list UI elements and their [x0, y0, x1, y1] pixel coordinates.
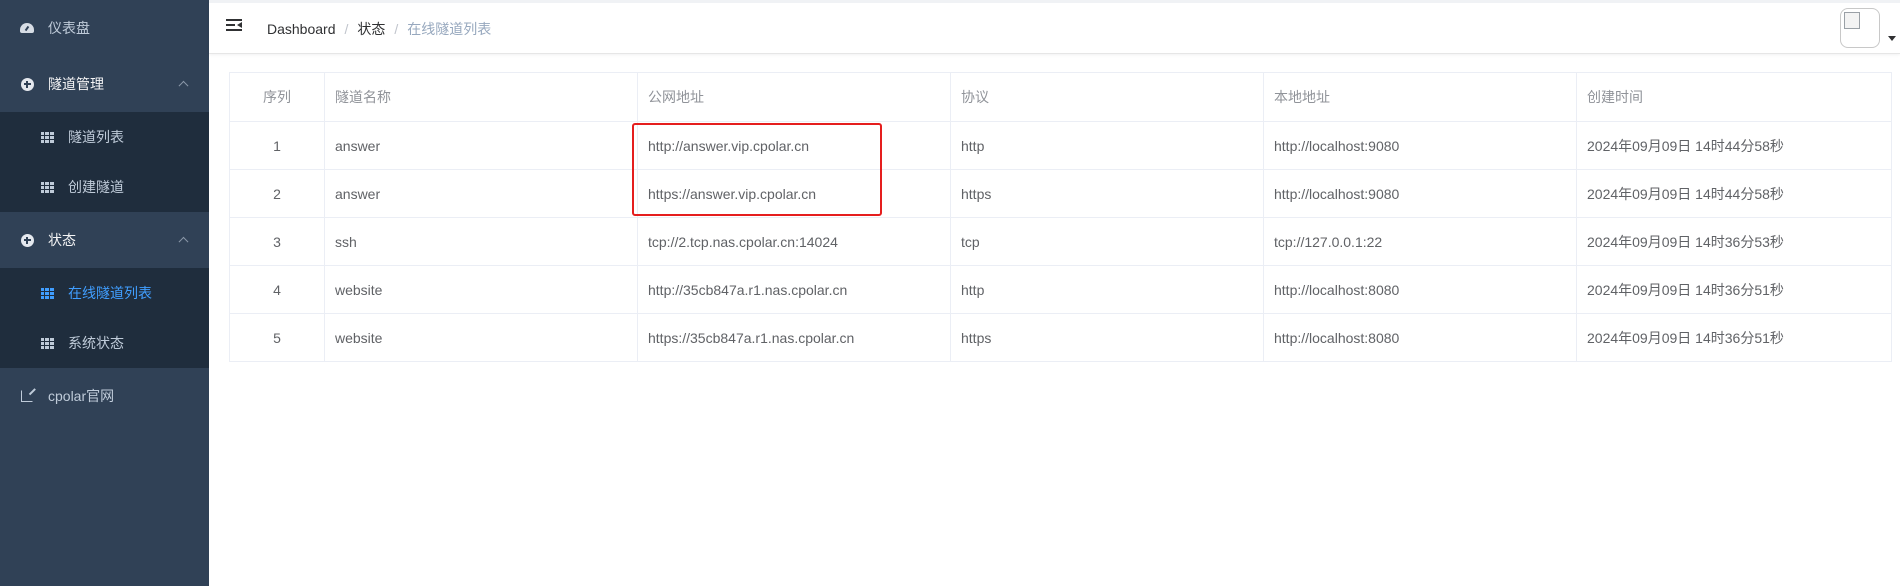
cell-created-time: 2024年09月09日 14时36分53秒 [1576, 217, 1892, 266]
sidebar-item-online-tunnel-list[interactable]: 在线隧道列表 [0, 268, 209, 318]
cell-index: 2 [229, 169, 325, 218]
submenu-tunnel-management: 隧道列表 创建隧道 [0, 112, 209, 212]
external-link-icon [20, 389, 34, 403]
breadcrumb-separator: / [394, 21, 399, 37]
table-row: 4 website http://35cb847a.r1.nas.cpolar.… [229, 265, 1892, 314]
submenu-status: 在线隧道列表 系统状态 [0, 268, 209, 368]
sidebar-item-label: 在线隧道列表 [68, 285, 152, 301]
cell-index: 3 [229, 217, 325, 266]
breadcrumb-item-dashboard[interactable]: Dashboard [267, 21, 336, 37]
cell-created-time: 2024年09月09日 14时44分58秒 [1576, 121, 1892, 170]
column-header-created-time: 创建时间 [1576, 72, 1892, 122]
sidebar-item-system-status[interactable]: 系统状态 [0, 318, 209, 368]
cell-index: 1 [229, 121, 325, 170]
avatar[interactable] [1840, 8, 1880, 48]
sidebar-item-create-tunnel[interactable]: 创建隧道 [0, 162, 209, 212]
cell-index: 4 [229, 265, 325, 314]
cell-protocol: http [950, 121, 1264, 170]
sidebar-item-status[interactable]: 状态 [0, 212, 209, 268]
cell-public-url: http://35cb847a.r1.nas.cpolar.cn [637, 265, 951, 314]
sidebar-item-label: 状态 [48, 232, 76, 248]
breadcrumb-item-status: 状态 [357, 21, 386, 37]
online-tunnel-table: 序列 隧道名称 公网地址 协议 本地地址 创建时间 1 answer http:… [229, 72, 1892, 362]
sidebar-toggle-icon[interactable] [226, 19, 242, 32]
sidebar-item-label: cpolar官网 [48, 388, 115, 404]
sidebar-item-dashboard[interactable]: 仪表盘 [0, 0, 209, 56]
column-header-protocol: 协议 [950, 72, 1264, 122]
dashboard-icon [20, 21, 34, 35]
sidebar-item-label: 隧道列表 [68, 129, 124, 145]
sidebar: 仪表盘 隧道管理 隧道列表 创建隧道 状态 在线隧道列表 系统状态 cpolar… [0, 0, 209, 586]
tunnel-table-container: 序列 隧道名称 公网地址 协议 本地地址 创建时间 1 answer http:… [229, 72, 1892, 362]
cell-tunnel-name: website [324, 265, 638, 314]
column-header-local-address: 本地地址 [1263, 72, 1577, 122]
cell-tunnel-name: ssh [324, 217, 638, 266]
sidebar-item-label: 系统状态 [68, 335, 124, 351]
cell-local-address: http://localhost:9080 [1263, 121, 1577, 170]
table-row: 1 answer http://answer.vip.cpolar.cn htt… [229, 121, 1892, 170]
sidebar-item-label: 隧道管理 [48, 76, 104, 92]
table-row: 2 answer https://answer.vip.cpolar.cn ht… [229, 169, 1892, 218]
cell-public-url: tcp://2.tcp.nas.cpolar.cn:14024 [637, 217, 951, 266]
cell-protocol: https [950, 313, 1264, 362]
cell-local-address: tcp://127.0.0.1:22 [1263, 217, 1577, 266]
cell-public-url: https://answer.vip.cpolar.cn [637, 169, 951, 218]
sidebar-item-cpolar-website[interactable]: cpolar官网 [0, 368, 209, 424]
tunnel-icon [20, 77, 34, 91]
table-header-row: 序列 隧道名称 公网地址 协议 本地地址 创建时间 [229, 72, 1892, 122]
breadcrumb-separator: / [344, 21, 349, 37]
cell-public-url: https://35cb847a.r1.nas.cpolar.cn [637, 313, 951, 362]
chevron-up-icon [178, 236, 189, 247]
chevron-up-icon [178, 80, 189, 91]
sidebar-item-label: 创建隧道 [68, 179, 124, 195]
cell-tunnel-name: answer [324, 121, 638, 170]
status-icon [20, 233, 34, 247]
column-header-index: 序列 [229, 72, 325, 122]
cell-index: 5 [229, 313, 325, 362]
navbar: Dashboard / 状态 / 在线隧道列表 [209, 0, 1900, 54]
table-row: 5 website https://35cb847a.r1.nas.cpolar… [229, 313, 1892, 362]
cell-created-time: 2024年09月09日 14时36分51秒 [1576, 313, 1892, 362]
cell-protocol: https [950, 169, 1264, 218]
caret-down-icon[interactable] [1888, 36, 1896, 41]
breadcrumb-item-current: 在线隧道列表 [407, 21, 492, 37]
cell-public-url: http://answer.vip.cpolar.cn [637, 121, 951, 170]
cell-tunnel-name: answer [324, 169, 638, 218]
cell-tunnel-name: website [324, 313, 638, 362]
table-icon [40, 286, 54, 300]
cell-protocol: tcp [950, 217, 1264, 266]
table-icon [40, 130, 54, 144]
cell-local-address: http://localhost:8080 [1263, 265, 1577, 314]
table-icon [40, 336, 54, 350]
sidebar-item-tunnel-list[interactable]: 隧道列表 [0, 112, 209, 162]
column-header-public-url: 公网地址 [637, 72, 951, 122]
sidebar-item-label: 仪表盘 [48, 20, 90, 36]
table-row: 3 ssh tcp://2.tcp.nas.cpolar.cn:14024 tc… [229, 217, 1892, 266]
table-icon [40, 180, 54, 194]
cell-created-time: 2024年09月09日 14时36分51秒 [1576, 265, 1892, 314]
cell-local-address: http://localhost:8080 [1263, 313, 1577, 362]
cell-protocol: http [950, 265, 1264, 314]
breadcrumb: Dashboard / 状态 / 在线隧道列表 [267, 19, 491, 39]
cell-local-address: http://localhost:9080 [1263, 169, 1577, 218]
navbar-top-divider [209, 0, 1900, 3]
column-header-tunnel-name: 隧道名称 [324, 72, 638, 122]
cell-created-time: 2024年09月09日 14时44分58秒 [1576, 169, 1892, 218]
sidebar-item-tunnel-management[interactable]: 隧道管理 [0, 56, 209, 112]
